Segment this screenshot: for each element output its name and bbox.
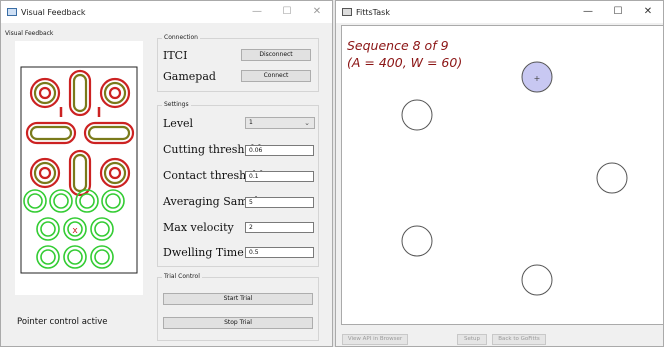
level-select[interactable]: 1 ⌄ <box>245 117 315 129</box>
window-title: Visual Feedback <box>21 7 86 17</box>
window-title: FittsTask <box>356 7 390 17</box>
maximize-icon[interactable]: ☐ <box>603 1 633 23</box>
target-circle <box>596 162 628 194</box>
grid-key <box>40 221 56 237</box>
max-velocity-label: Max velocity <box>163 221 234 234</box>
dwelling-time-input[interactable]: 0.5 <box>245 247 314 258</box>
grid-key <box>105 193 121 209</box>
close-icon[interactable]: ✕ <box>302 1 332 23</box>
cutting-threshold-input[interactable]: 0.06 <box>245 145 314 156</box>
connect-button[interactable]: Connect <box>241 70 311 82</box>
itci-label: ITCI <box>163 49 188 62</box>
trial-control-group: Trial Control <box>157 273 319 341</box>
minimize-icon[interactable]: — <box>242 1 272 23</box>
level-value: 1 <box>249 119 253 126</box>
app-icon <box>342 8 352 16</box>
key-circle <box>103 81 127 105</box>
target-circle <box>521 264 553 296</box>
grid-key <box>53 193 69 209</box>
minimize-icon[interactable]: — <box>573 1 603 23</box>
fitts-titlebar[interactable]: FittsTask — ☐ ✕ <box>336 1 663 23</box>
grid-key <box>94 221 110 237</box>
grid-key <box>40 249 56 265</box>
disconnect-button[interactable]: Disconnect <box>241 49 311 61</box>
feedback-keypad: x <box>20 66 138 274</box>
connection-title: Connection <box>162 34 200 41</box>
target-circle <box>401 225 433 257</box>
trial-control-title: Trial Control <box>162 273 202 280</box>
top-key-cluster <box>25 69 135 197</box>
fitts-canvas[interactable]: Sequence 8 of 9 (A = 400, W = 60) + <box>341 25 663 325</box>
dwelling-time-label: Dwelling Time <box>163 246 244 259</box>
back-to-gofitts-button[interactable]: Back to GoFitts <box>492 334 546 345</box>
grid-key <box>94 249 110 265</box>
chevron-down-icon: ⌄ <box>304 119 310 127</box>
key-circle <box>108 86 122 100</box>
key-circle <box>108 166 122 180</box>
key-horizontal-right <box>87 125 131 141</box>
visual-feedback-panel-title: Visual Feedback <box>5 30 54 37</box>
key-circle <box>38 86 52 100</box>
key-vertical-bottom <box>72 153 88 193</box>
averaging-samples-input[interactable]: 5 <box>245 197 314 208</box>
key-vertical-top <box>72 73 88 113</box>
contact-threshold-input[interactable]: 0.1 <box>245 171 314 182</box>
grid-key <box>67 249 83 265</box>
pointer-marker: x <box>72 226 78 236</box>
target-circle <box>401 99 433 131</box>
key-circle <box>33 161 57 185</box>
stop-trial-button[interactable]: Stop Trial <box>163 317 313 329</box>
feedback-canvas: x <box>15 41 143 295</box>
visual-feedback-titlebar[interactable]: Visual Feedback — ☐ ✕ <box>1 1 332 23</box>
key-horizontal-left <box>29 125 73 141</box>
start-trial-button[interactable]: Start Trial <box>163 293 313 305</box>
target-crosshair: + <box>534 74 541 83</box>
close-icon[interactable]: ✕ <box>633 1 663 23</box>
connection-group: Connection <box>157 34 319 92</box>
maximize-icon[interactable]: ☐ <box>272 1 302 23</box>
fitts-targets: + <box>401 61 628 296</box>
grid-key <box>27 193 43 209</box>
key-circle <box>38 166 52 180</box>
setup-button[interactable]: Setup <box>457 334 487 345</box>
view-api-button[interactable]: View API in Browser <box>342 334 408 345</box>
key-circle <box>33 81 57 105</box>
gamepad-label: Gamepad <box>163 70 216 83</box>
visual-feedback-panel: Visual Feedback x Pointer control active <box>5 30 153 344</box>
key-circle <box>103 161 127 185</box>
app-icon <box>7 8 17 16</box>
grid-key <box>79 193 95 209</box>
fitts-task-window: FittsTask — ☐ ✕ Sequence 8 of 9 (A = 400… <box>335 0 664 347</box>
settings-title: Settings <box>162 101 191 108</box>
level-label: Level <box>163 117 194 130</box>
status-text: Pointer control active <box>17 317 108 327</box>
max-velocity-input[interactable]: 2 <box>245 222 314 233</box>
visual-feedback-window: Visual Feedback — ☐ ✕ Visual Feedback x … <box>0 0 333 347</box>
